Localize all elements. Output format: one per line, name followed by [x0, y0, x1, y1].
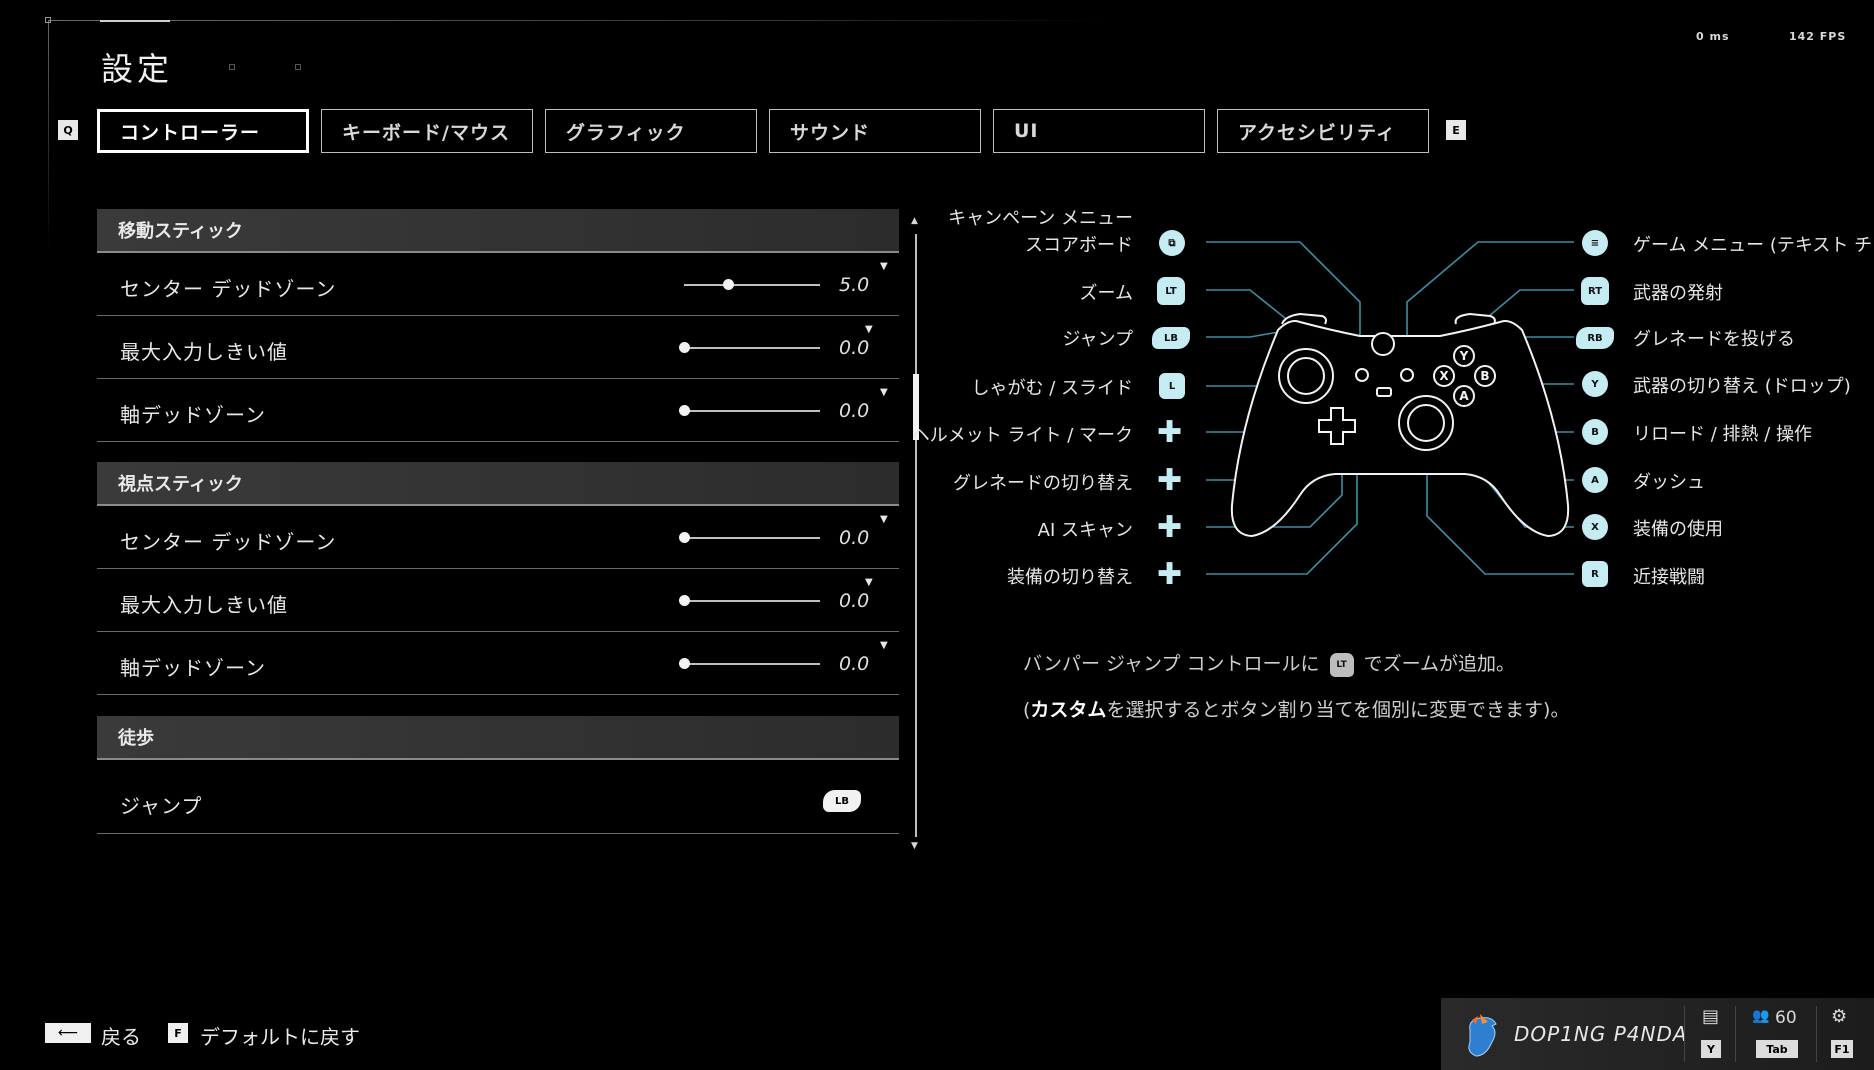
face-x-letter: X: [1439, 369, 1449, 383]
rb-bumper-icon: RB: [1576, 327, 1614, 349]
face-b-letter: B: [1480, 369, 1489, 383]
back-button[interactable]: 戻る: [101, 1021, 141, 1050]
lb-bumper-icon: LB: [1152, 327, 1190, 349]
friends-key[interactable]: Tab: [1756, 1040, 1798, 1058]
player-name[interactable]: DOP1NG P4NDA: [1514, 1022, 1688, 1046]
friends-count: 60: [1775, 1008, 1797, 1028]
label-campaign-menu: キャンペーン メニュー: [948, 208, 1133, 229]
chat-icon[interactable]: ▤: [1702, 1006, 1719, 1027]
separator: [1816, 1006, 1817, 1062]
player-emblem-icon: [1468, 1014, 1497, 1057]
note-emphasis: カスタム: [1030, 699, 1107, 721]
b-button-icon: B: [1582, 419, 1608, 445]
label-crouch-slide: しゃがむ / スライド: [971, 378, 1133, 399]
label-ai-scan: AI スキャン: [1037, 520, 1133, 541]
lt-trigger-icon: LT: [1157, 277, 1185, 305]
lt-inline-icon: LT: [1329, 652, 1354, 677]
separator: [1735, 1006, 1736, 1062]
label-scoreboard: スコアボード: [1025, 235, 1133, 256]
label-switch-weapon: 武器の切り替え (ドロップ): [1633, 376, 1851, 397]
rt-trigger-icon: RT: [1581, 277, 1609, 305]
chat-key[interactable]: Y: [1701, 1040, 1721, 1058]
back-key-icon[interactable]: ⟵: [45, 1023, 91, 1043]
menu-button-icon: ≡: [1582, 230, 1608, 256]
note-text: バンパー ジャンプ コントロールに: [1023, 653, 1320, 675]
label-melee: 近接戦闘: [1633, 567, 1705, 588]
dpad-left-icon: ✚: [1157, 463, 1183, 498]
label-zoom: ズーム: [1079, 283, 1133, 304]
gear-icon[interactable]: ⚙: [1831, 1006, 1847, 1027]
separator: [1684, 1006, 1685, 1062]
note-bumper-jump: バンパー ジャンプ コントロールに LT でズームが追加。: [1023, 649, 1515, 677]
note-text: を選択するとボタン割り当てを個別に変更できます)。: [1106, 699, 1570, 721]
right-stick-click-icon: R: [1582, 561, 1608, 587]
dpad-up-icon: ✚: [1157, 415, 1183, 450]
dpad-down-icon: ✚: [1157, 557, 1183, 592]
default-key-icon[interactable]: F: [168, 1023, 188, 1043]
note-text: でズームが追加。: [1363, 653, 1516, 675]
dpad-right-icon: ✚: [1157, 510, 1183, 545]
label-helmet-light: ヘルメット ライト / マーク: [911, 425, 1133, 446]
label-fire-weapon: 武器の発射: [1633, 283, 1723, 304]
a-button-icon: A: [1582, 467, 1608, 493]
face-y-letter: Y: [1459, 349, 1469, 363]
settings-key[interactable]: F1: [1831, 1040, 1853, 1058]
view-button-icon: ⧉: [1159, 230, 1185, 256]
note-custom: (カスタムを選択するとボタン割り当てを個別に変更できます)。: [1023, 695, 1569, 722]
x-button-icon: X: [1582, 514, 1608, 540]
controller-body-icon: [1230, 312, 1570, 538]
reset-default-button[interactable]: デフォルトに戻す: [200, 1021, 360, 1050]
label-use-equipment: 装備の使用: [1633, 519, 1723, 540]
y-button-icon: Y: [1582, 371, 1608, 397]
label-reload: リロード / 排熱 / 操作: [1633, 424, 1813, 445]
label-jump: ジャンプ: [1062, 329, 1133, 350]
label-grenade-switch: グレネードの切り替え: [953, 473, 1133, 494]
left-stick-click-icon: L: [1159, 373, 1185, 399]
label-sprint: ダッシュ: [1633, 472, 1705, 493]
label-throw-grenade: グレネードを投げる: [1633, 329, 1795, 350]
face-a-letter: A: [1459, 389, 1469, 403]
friends-icon[interactable]: 👥: [1752, 1008, 1769, 1024]
label-game-menu: ゲーム メニュー (テキスト チ: [1633, 235, 1873, 256]
label-equipment-switch: 装備の切り替え: [1007, 567, 1133, 588]
